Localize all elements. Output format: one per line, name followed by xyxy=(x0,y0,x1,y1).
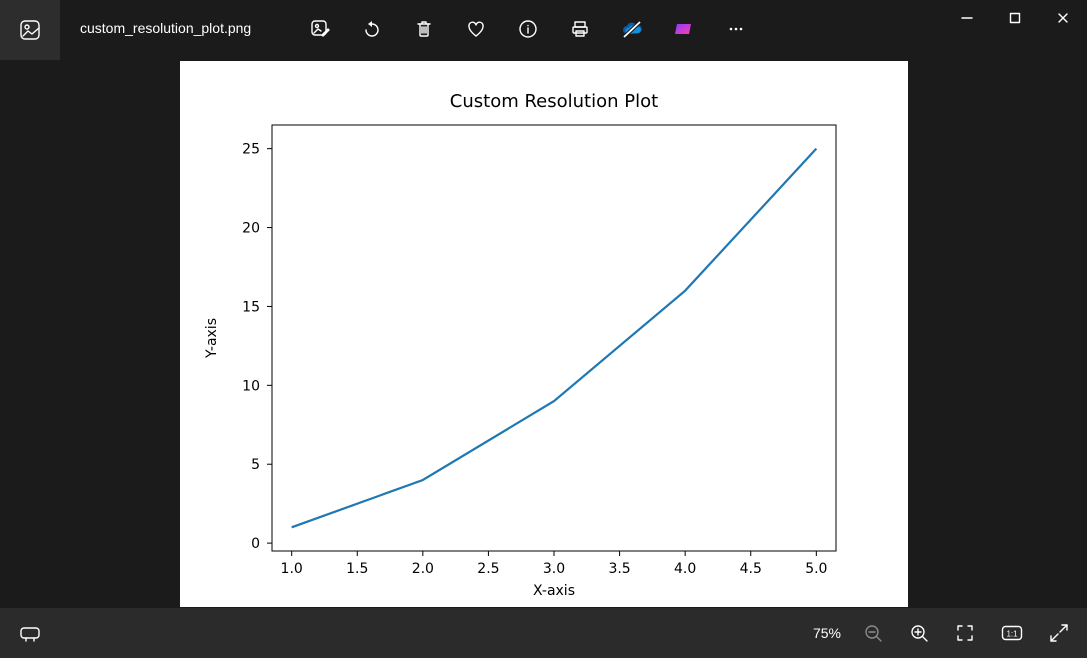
chart-image: 1.0 1.5 2.0 2.5 3.0 3.5 4.0 4.5 5.0 0 5 10 15 20 25 X-a… xyxy=(180,61,908,607)
svg-text:3.0: 3.0 xyxy=(542,561,564,577)
maximize-button[interactable] xyxy=(991,0,1039,36)
close-button[interactable] xyxy=(1039,0,1087,36)
svg-text:2.5: 2.5 xyxy=(477,561,499,577)
svg-text:5: 5 xyxy=(251,457,260,473)
svg-text:0: 0 xyxy=(251,536,260,552)
svg-text:3.5: 3.5 xyxy=(608,561,630,577)
svg-text:4.0: 4.0 xyxy=(674,561,696,577)
image-viewport[interactable]: 1.0 1.5 2.0 2.5 3.0 3.5 4.0 4.5 5.0 0 5 10 15 20 25 X-a… xyxy=(0,60,1087,608)
filmstrip-toggle-icon[interactable] xyxy=(19,624,41,642)
filename: custom_resolution_plot.png xyxy=(60,0,251,36)
zoom-in-icon[interactable] xyxy=(909,623,929,643)
svg-text:Y-axis: Y-axis xyxy=(204,318,220,359)
fit-to-window-icon[interactable] xyxy=(955,623,975,643)
toolbar xyxy=(309,18,747,40)
app-icon xyxy=(0,0,60,60)
zoom-out-icon[interactable] xyxy=(863,623,883,643)
svg-text:X-axis: X-axis xyxy=(533,583,575,599)
edit-image-icon[interactable] xyxy=(309,18,331,40)
fullscreen-icon[interactable] xyxy=(1049,623,1069,643)
svg-text:5.0: 5.0 xyxy=(805,561,827,577)
actual-size-icon[interactable]: 1:1 xyxy=(1001,625,1023,641)
svg-text:10: 10 xyxy=(242,378,260,394)
more-icon[interactable] xyxy=(725,18,747,40)
delete-icon[interactable] xyxy=(413,18,435,40)
print-icon[interactable] xyxy=(569,18,591,40)
bottombar: 75% 1:1 xyxy=(0,608,1087,658)
minimize-button[interactable] xyxy=(943,0,991,36)
svg-text:1.0: 1.0 xyxy=(280,561,302,577)
svg-text:15: 15 xyxy=(242,299,260,315)
favorite-icon[interactable] xyxy=(465,18,487,40)
clipchamp-icon[interactable] xyxy=(673,18,695,40)
svg-text:1.5: 1.5 xyxy=(346,561,368,577)
svg-text:1:1: 1:1 xyxy=(1006,630,1018,639)
svg-text:2.0: 2.0 xyxy=(411,561,433,577)
onedrive-disabled-icon[interactable] xyxy=(621,18,643,40)
info-icon[interactable] xyxy=(517,18,539,40)
svg-text:20: 20 xyxy=(242,221,260,237)
rotate-icon[interactable] xyxy=(361,18,383,40)
svg-text:4.5: 4.5 xyxy=(739,561,761,577)
titlebar: custom_resolution_plot.png xyxy=(0,0,1087,60)
zoom-level: 75% xyxy=(813,625,841,641)
svg-text:Custom Resolution Plot: Custom Resolution Plot xyxy=(449,91,657,112)
svg-text:25: 25 xyxy=(242,142,260,158)
window-controls xyxy=(943,0,1087,36)
